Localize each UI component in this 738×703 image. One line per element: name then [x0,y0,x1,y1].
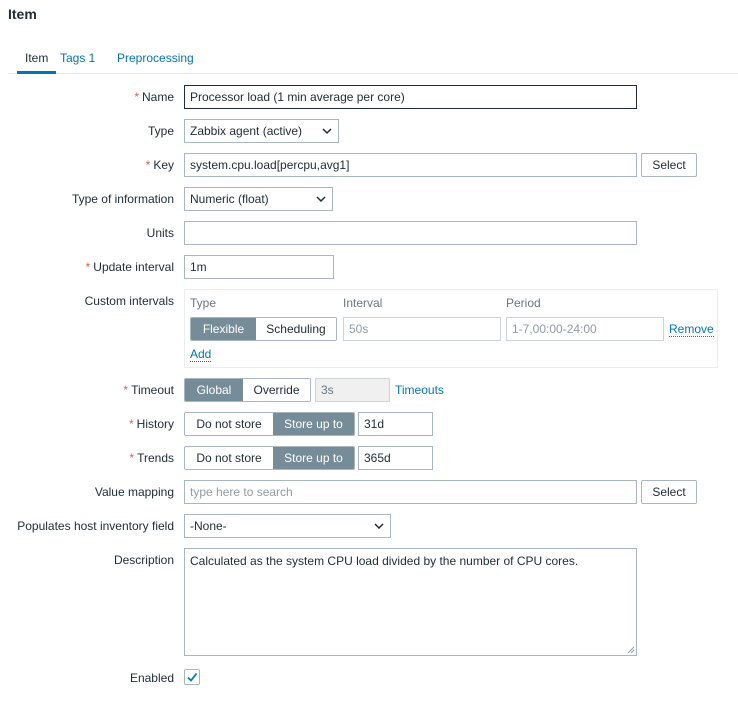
history-input[interactable]: 31d [358,412,433,436]
units-input[interactable] [184,221,637,245]
history-store-up-to-option[interactable]: Store up to [273,413,354,435]
page-title: Item [8,6,37,22]
key-input[interactable]: system.cpu.load[percpu,avg1] [184,153,637,177]
tab-tags[interactable]: Tags 1 [60,48,95,74]
name-input[interactable]: Processor load (1 min average per core) [184,85,637,109]
inventory-select[interactable]: -None- [184,514,391,538]
key-select-button[interactable]: Select [641,153,697,177]
custom-intervals-period-header: Period [506,296,541,310]
type-select[interactable]: Zabbix agent (active) [184,119,339,143]
timeout-label: * Timeout [123,383,174,397]
timeout-override-option[interactable]: Override [243,379,310,401]
enabled-checkbox[interactable] [184,669,200,685]
remove-interval-link[interactable]: Remove [669,322,714,337]
value-mapping-input[interactable]: type here to search [184,480,637,504]
resize-grip-icon[interactable] [627,646,635,654]
tab-item[interactable]: Item [17,48,57,74]
description-label: Description [113,553,174,567]
type-label: Type [147,124,174,138]
value-mapping-select-button[interactable]: Select [641,480,697,504]
inventory-select-value: -None- [190,519,227,533]
timeout-global-option[interactable]: Global [185,379,243,401]
checkmark-icon [187,672,198,682]
history-toggle[interactable]: Do not store Store up to [184,412,355,436]
custom-intervals-interval-header: Interval [343,296,383,310]
description-text: Calculated as the system CPU load divide… [190,554,579,568]
units-label: Units [146,226,174,240]
custom-intervals-type-header: Type [190,296,217,310]
type-of-information-select[interactable]: Numeric (float) [184,187,333,211]
custom-period-input[interactable]: 1-7,00:00-24:00 [506,317,664,341]
type-of-information-value: Numeric (float) [190,192,269,206]
history-label: * History [128,417,174,431]
tab-preprocessing[interactable]: Preprocessing [117,48,194,74]
trends-input[interactable]: 365d [358,446,433,470]
trends-do-not-store-option[interactable]: Do not store [185,447,273,469]
custom-intervals-label: Custom intervals [84,294,174,308]
key-label: * Key [145,158,174,172]
type-of-information-label: Type of information [71,192,174,206]
flexible-option[interactable]: Flexible [191,318,256,340]
type-select-value: Zabbix agent (active) [190,124,303,138]
enabled-label: Enabled [129,671,174,685]
scheduling-option[interactable]: Scheduling [256,318,336,340]
timeouts-link[interactable]: Timeouts [395,383,444,397]
value-mapping-label: Value mapping [94,485,174,499]
timeout-input[interactable]: 3s [315,378,390,402]
custom-interval-type-toggle[interactable]: Flexible Scheduling [190,317,337,341]
tab-bar: Item Tags 1 Preprocessing [8,48,738,74]
inventory-label: Populates host inventory field [17,519,174,533]
chevron-down-icon [322,128,332,135]
trends-label: * Trends [129,451,174,465]
custom-interval-input[interactable]: 50s [343,317,501,341]
update-interval-input[interactable]: 1m [184,255,334,279]
history-do-not-store-option[interactable]: Do not store [185,413,273,435]
chevron-down-icon [316,196,326,203]
name-label: * Name [134,90,174,104]
description-textarea[interactable]: Calculated as the system CPU load divide… [184,548,637,656]
trends-store-up-to-option[interactable]: Store up to [273,447,354,469]
timeout-toggle[interactable]: Global Override [184,378,311,402]
trends-toggle[interactable]: Do not store Store up to [184,446,355,470]
add-interval-link[interactable]: Add [190,347,212,362]
update-interval-label: * Update interval [85,260,174,274]
chevron-down-icon [374,523,384,530]
